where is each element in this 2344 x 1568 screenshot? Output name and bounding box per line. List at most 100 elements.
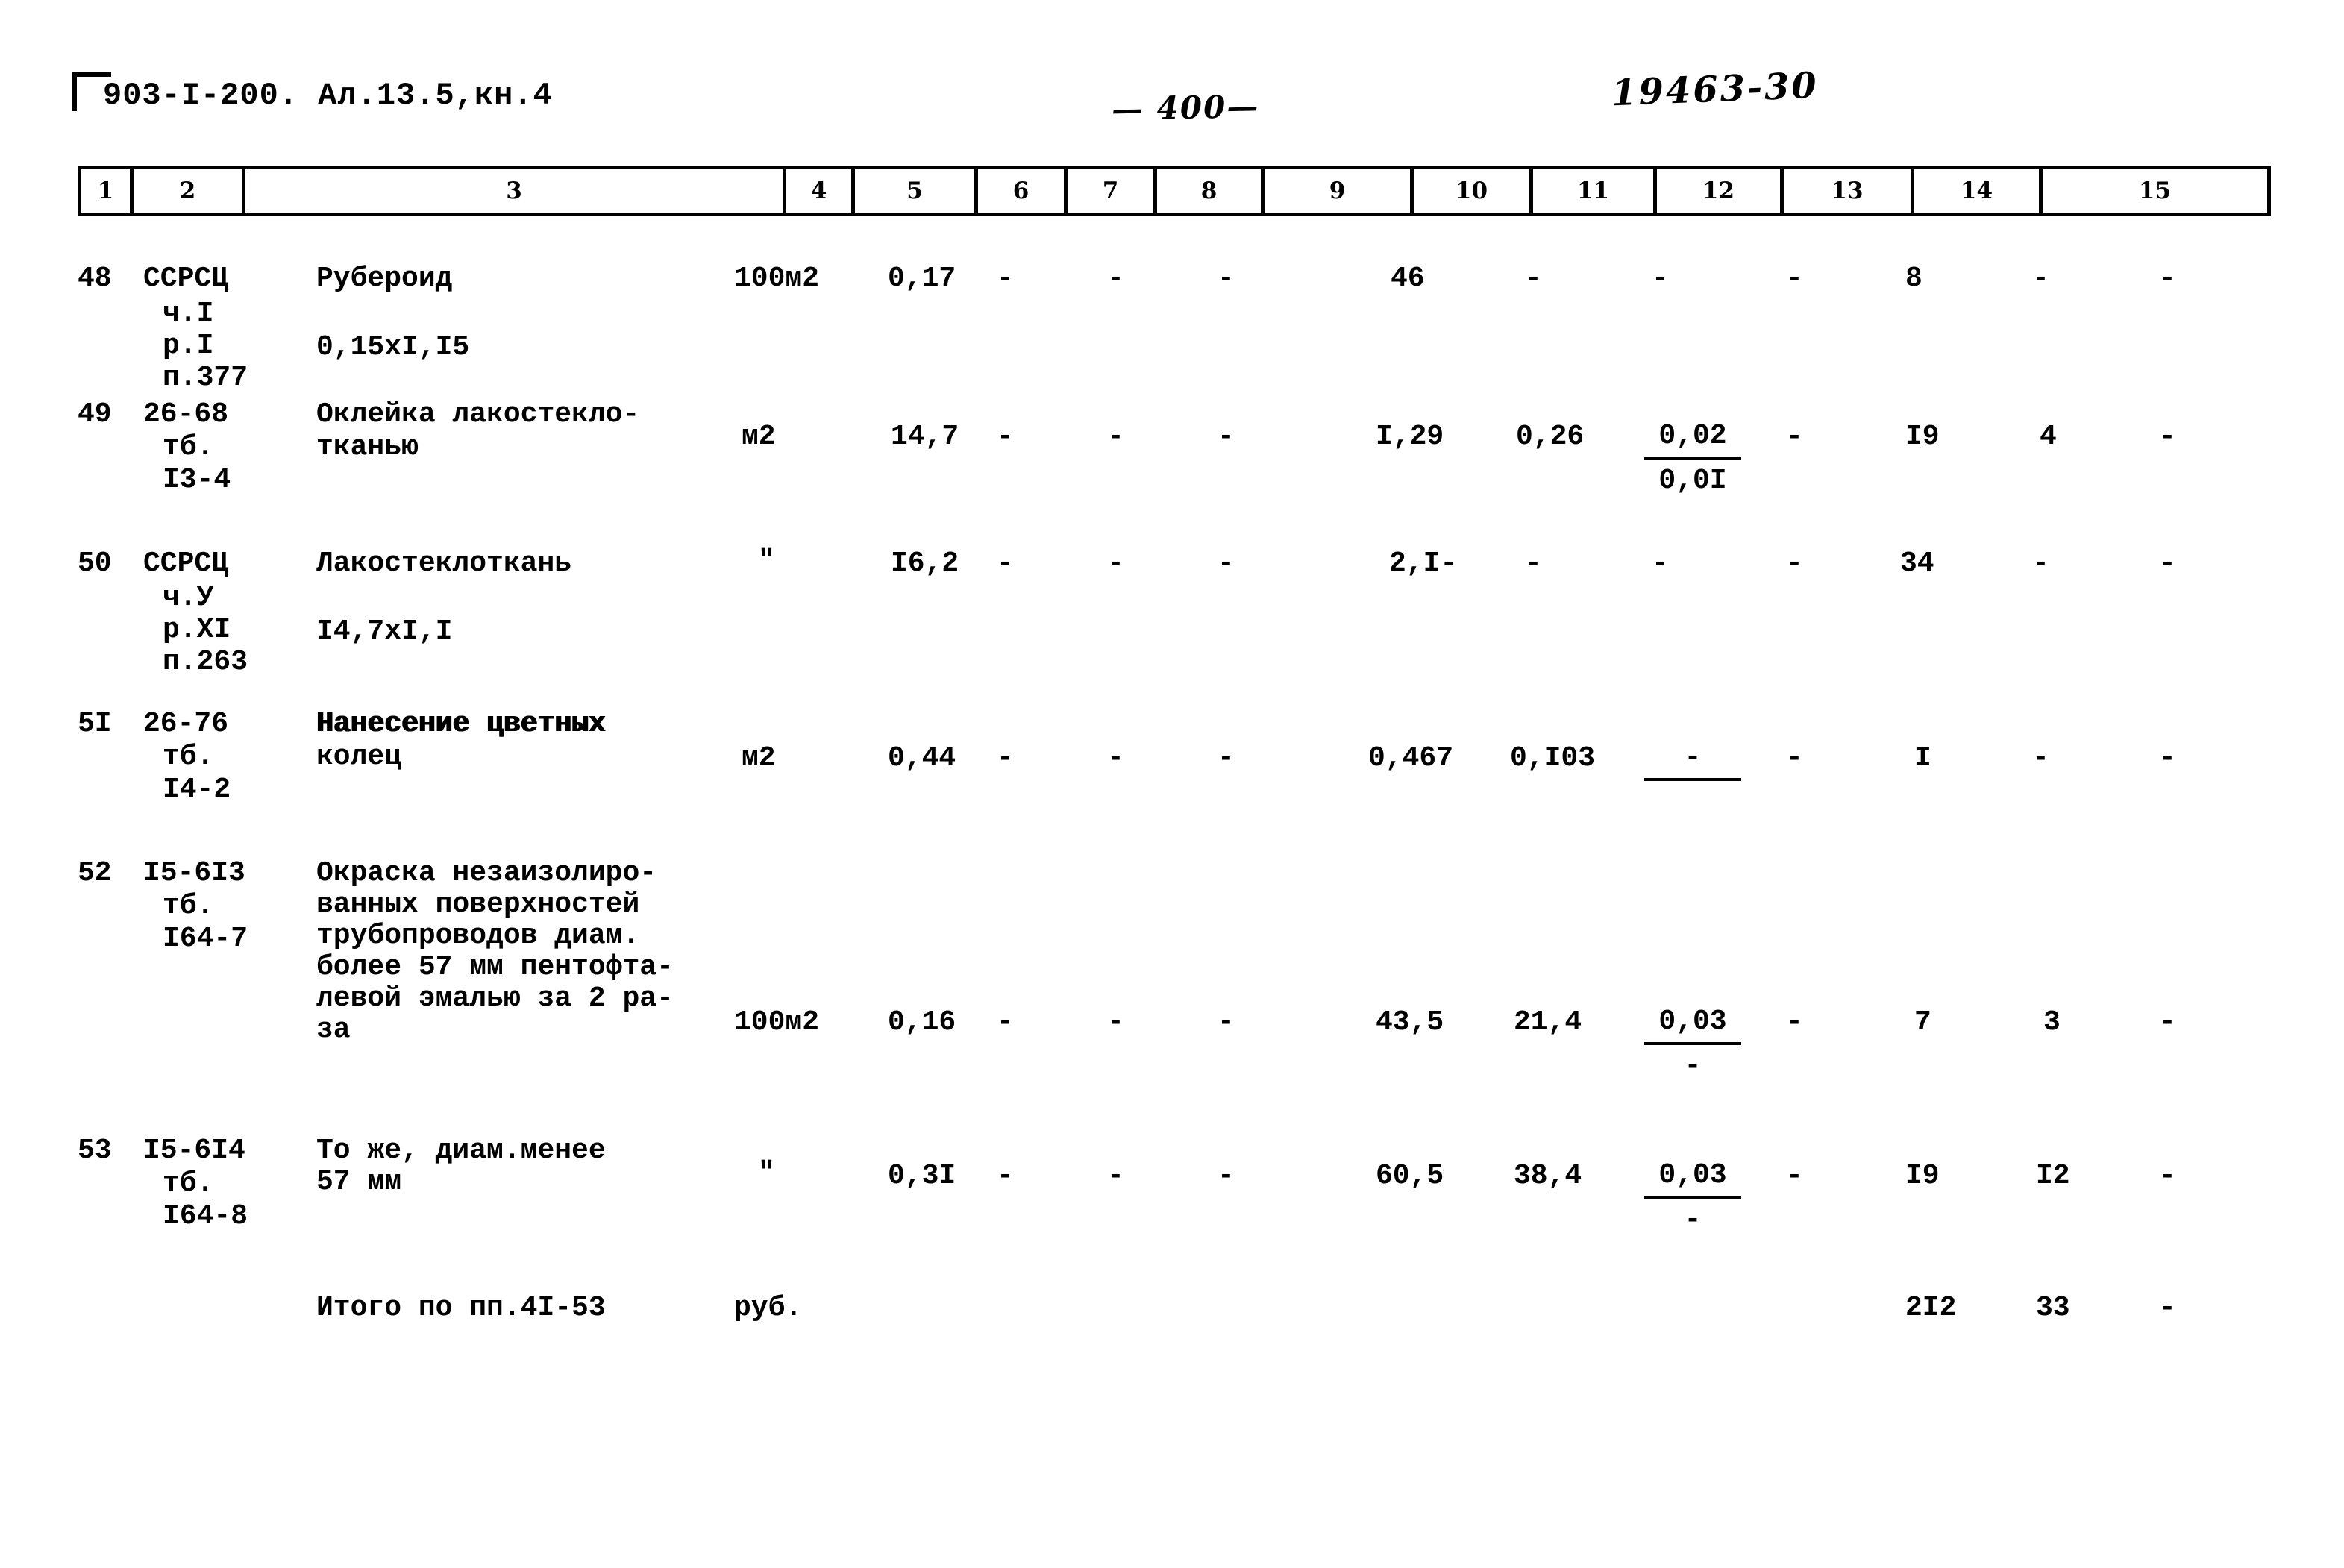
row-col13: 7 (1914, 1006, 1931, 1038)
row-unit: 100м2 (734, 1006, 820, 1038)
row-code-line-1: ССРСЦ (143, 548, 229, 580)
row-col6: - (997, 1160, 1014, 1192)
row-col9: I,29 (1376, 421, 1444, 453)
column-header-7: 7 (1068, 169, 1157, 213)
column-header-1: 1 (81, 169, 134, 213)
row-unit: м2 (742, 421, 776, 453)
row-col8: - (1218, 742, 1235, 774)
row-col7: - (1107, 421, 1124, 453)
column-header-12: 12 (1657, 169, 1784, 213)
row-unit: " (758, 1157, 775, 1189)
row-number: 50 (78, 548, 112, 580)
row-description-line-1: Лакостеклоткань (316, 548, 572, 580)
row-col6: - (997, 421, 1014, 453)
row-col9: 43,5 (1376, 1006, 1444, 1038)
row-number: 53 (78, 1135, 112, 1167)
row-col14: I2 (2036, 1160, 2070, 1192)
page-number: — 400— (1111, 87, 1260, 128)
row-col13: 34 (1900, 548, 1934, 580)
row-col13: 8 (1905, 263, 1922, 295)
column-header-4: 4 (786, 169, 855, 213)
row-col8: - (1218, 1006, 1235, 1038)
total-col14: 33 (2036, 1292, 2070, 1324)
row-col12: - (1786, 548, 1803, 580)
row-col15: - (2159, 1006, 2176, 1038)
row-col10: 21,4 (1514, 1006, 1582, 1038)
row-code-line-3: I4-2 (163, 774, 231, 806)
column-header-9: 9 (1265, 169, 1414, 213)
row-col7: - (1107, 742, 1124, 774)
row-col11-denominator: - (1684, 1204, 1702, 1236)
row-col11-fraction: - (1644, 739, 1741, 784)
row-col15: - (2159, 1160, 2176, 1192)
row-description-line-2: колец (316, 741, 402, 773)
row-col11: - (1652, 548, 1669, 580)
row-description-line-2: 0,15xI,I5 (316, 331, 470, 363)
row-col12: - (1786, 1006, 1803, 1038)
row-description-line-2: тканью (316, 431, 419, 463)
table-row: 5I 26-76 тб. I4-2 Нанесение цветных коле… (78, 705, 2271, 854)
row-code-line-3: I64-7 (163, 923, 248, 955)
column-header-13: 13 (1784, 169, 1914, 213)
column-header-14: 14 (1914, 169, 2043, 213)
row-col5: 14,7 (891, 421, 959, 453)
row-col8: - (1218, 1160, 1235, 1192)
row-col14: - (2032, 742, 2049, 774)
row-col12: - (1786, 742, 1803, 774)
row-col12: - (1786, 263, 1803, 295)
row-code-line-4: п.263 (163, 646, 248, 678)
row-col13: I (1914, 742, 1931, 774)
row-col13: I9 (1905, 1160, 1940, 1192)
column-number-bar: 1 2 3 4 5 6 7 8 9 10 11 12 13 14 15 (78, 166, 2271, 216)
total-col13: 2I2 (1905, 1292, 1957, 1324)
row-col5: 0,17 (888, 263, 956, 295)
row-col11-numerator: 0,03 (1644, 1003, 1741, 1045)
row-code-line-3: I64-8 (163, 1200, 248, 1232)
row-number: 5I (78, 708, 112, 740)
row-col7: - (1107, 1006, 1124, 1038)
row-col15: - (2159, 548, 2176, 580)
column-header-3: 3 (245, 169, 786, 213)
table-row: 49 26-68 тб. I3-4 Оклейка лакостекло- тк… (78, 395, 2271, 537)
column-header-8: 8 (1157, 169, 1265, 213)
row-col13: I9 (1905, 421, 1940, 453)
row-col9: 46 (1391, 263, 1425, 295)
row-col12: - (1786, 1160, 1803, 1192)
row-col14: 4 (2040, 421, 2057, 453)
row-col7: - (1107, 548, 1124, 580)
table-row: 48 ССРСЦ ч.I р.I п.377 Рубероид 0,15xI,I… (78, 224, 2271, 395)
row-code-line-3: I3-4 (163, 464, 231, 496)
row-col6: - (997, 742, 1014, 774)
column-header-11: 11 (1533, 169, 1657, 213)
row-description-line-6: за (316, 1014, 351, 1046)
row-col5: 0,44 (888, 742, 956, 774)
row-description-line-2: 57 мм (316, 1166, 402, 1198)
total-unit: руб. (734, 1292, 803, 1324)
row-col7: - (1107, 1160, 1124, 1192)
table-total-row: Итого по пп.4I-53 руб. 2I2 33 - (78, 1268, 2271, 1358)
column-header-5: 5 (855, 169, 978, 213)
table-row: 52 I5-6I3 тб. I64-7 Окраска незаизолиро-… (78, 854, 2271, 1108)
row-code-line-4: п.377 (163, 362, 248, 394)
row-col10: - (1525, 548, 1542, 580)
row-col14: - (2032, 548, 2049, 580)
row-unit: м2 (742, 742, 776, 774)
row-col11-denominator: - (1684, 1050, 1702, 1082)
row-description-line-1: Рубероид (316, 263, 453, 295)
estimate-table-body: 48 ССРСЦ ч.I р.I п.377 Рубероид 0,15xI,I… (78, 224, 2271, 1358)
row-unit: " (758, 545, 775, 577)
row-col10: 0,26 (1516, 421, 1585, 453)
row-col6: - (997, 263, 1014, 295)
row-col12: - (1786, 421, 1803, 453)
row-col11-denominator: 0,0I (1658, 465, 1727, 497)
row-number: 48 (78, 263, 112, 295)
row-col15: - (2159, 263, 2176, 295)
row-col10: 0,I03 (1510, 742, 1596, 774)
row-col11-numerator: 0,03 (1644, 1157, 1741, 1199)
row-col5: 0,3I (888, 1160, 956, 1192)
row-col14: - (2032, 263, 2049, 295)
table-row: 53 I5-6I4 тб. I64-8 То же, диам.менее 57… (78, 1108, 2271, 1268)
total-label: Итого по пп.4I-53 (316, 1292, 606, 1324)
row-number: 52 (78, 857, 112, 889)
row-col9: 60,5 (1376, 1160, 1444, 1192)
